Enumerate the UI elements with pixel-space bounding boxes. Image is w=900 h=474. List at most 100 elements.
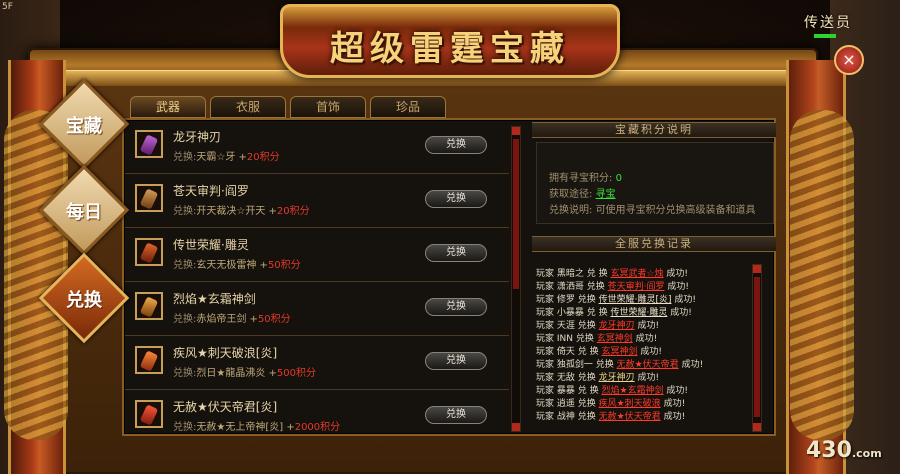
log-line: 玩家 小暴暴 兑 换 传世荣耀·雕灵 成功! <box>536 305 692 318</box>
log-player: 玩家 黑暗之 兑 换 <box>536 269 608 279</box>
log-player: 玩家 小暴暴 兑 换 <box>536 308 608 318</box>
item-slot[interactable] <box>135 346 163 374</box>
tab-weapon[interactable]: 武器 <box>130 96 206 118</box>
list-item: 传世荣耀·雕灵 兑换:玄天无极雷神 +50积分 兑换 <box>125 228 509 282</box>
req-points: 50积分 <box>267 260 301 271</box>
points-source-label: 获取途径: <box>549 189 593 200</box>
item-list-scrollbar[interactable] <box>511 126 521 432</box>
req-label: 兑换: <box>173 206 197 217</box>
weapon-icon <box>139 188 159 210</box>
log-item[interactable]: 玄冥武者☆烛 <box>610 269 663 279</box>
req-item: 开天裁决☆开天 + <box>196 206 277 217</box>
log-item[interactable]: 传世荣耀·雕灵 <box>610 308 667 318</box>
points-source-link[interactable]: 寻宝 <box>596 189 616 200</box>
weapon-icon <box>139 404 159 426</box>
log-item[interactable]: 传世荣耀·雕灵[炎] <box>599 295 672 305</box>
log-player: 玩家 倚天 兑 换 <box>536 347 599 357</box>
log-status: 成功! <box>666 386 689 396</box>
log-scrollbar[interactable] <box>752 264 762 432</box>
req-points: 20积分 <box>276 206 310 217</box>
req-points: 2000积分 <box>294 422 341 432</box>
log-item[interactable]: 龙牙神刃 <box>599 373 635 383</box>
weapon-icon <box>139 242 159 264</box>
log-status: 成功! <box>663 399 686 409</box>
points-usage: 兑换说明: 可使用寻宝积分兑换高级装备和道具 <box>549 201 756 216</box>
item-requirement: 兑换:无赦★无上帝神[炎] +2000积分 <box>173 418 340 432</box>
list-item: 龙牙神刃 兑换:天霸☆牙 +20积分 兑换 <box>125 120 509 174</box>
item-name: 苍天审判·阎罗 <box>173 184 249 198</box>
log-item[interactable]: 疾风★刺天破浪 <box>599 399 661 409</box>
exchange-button[interactable]: 兑换 <box>425 136 487 154</box>
item-name: 疾风★刺天破浪[炎] <box>173 346 278 360</box>
item-requirement: 兑换:天霸☆牙 +20积分 <box>173 148 280 163</box>
scroll-thumb[interactable] <box>513 139 519 289</box>
item-requirement: 兑换:开天裁决☆开天 +20积分 <box>173 202 310 217</box>
npc-health-bar <box>814 34 836 38</box>
item-slot[interactable] <box>135 292 163 320</box>
list-item: 苍天审判·阎罗 兑换:开天裁决☆开天 +20积分 兑换 <box>125 174 509 228</box>
item-name: 龙牙神刃 <box>173 130 222 144</box>
log-line: 玩家 暴暴 兑 换 烈焰★玄霜神剑 成功! <box>536 383 688 396</box>
side-tab-exchange-label: 兑换 <box>66 290 102 311</box>
npc-name[interactable]: 传送员 <box>804 12 852 32</box>
scroll-up-arrow-icon[interactable] <box>512 127 520 135</box>
req-item: 天霸☆牙 + <box>196 152 247 163</box>
log-status: 成功! <box>681 360 704 370</box>
log-line: 玩家 倚天 兑 换 玄冥神剑 成功! <box>536 344 662 357</box>
server-exchange-log: 玩家 黑暗之 兑 换 玄冥武者☆烛 成功! 玩家 潇洒哥 兑换 苍天审判·阎罗 … <box>536 260 750 430</box>
log-item[interactable]: 无赦★伏天帝君 <box>599 412 661 422</box>
list-item: 烈焰★玄霜神剑 兑换:赤焰帝王剑 +50积分 兑换 <box>125 282 509 336</box>
log-player: 玩家 天涯 兑换 <box>536 321 596 331</box>
scroll-down-arrow-icon[interactable] <box>753 423 761 431</box>
log-player: 玩家 独孤剑一 兑换 <box>536 360 614 370</box>
weapon-icon <box>139 350 159 372</box>
log-item[interactable]: 玄冥神剑 <box>601 347 637 357</box>
item-slot[interactable] <box>135 130 163 158</box>
scroll-down-arrow-icon[interactable] <box>512 423 520 431</box>
close-button[interactable]: × <box>834 45 864 75</box>
log-item[interactable]: 龙牙神刃 <box>599 321 635 331</box>
exchange-item-list: 龙牙神刃 兑换:天霸☆牙 +20积分 兑换 苍天审判·阎罗 兑换:开天裁决☆开天… <box>125 120 509 432</box>
log-item[interactable]: 苍天审判·阎罗 <box>608 282 665 292</box>
exchange-button[interactable]: 兑换 <box>425 352 487 370</box>
req-label: 兑换: <box>173 314 197 325</box>
req-item: 烈日★龍晶沸炎 + <box>196 368 277 379</box>
watermark-main: 430 <box>806 438 852 463</box>
scroll-up-arrow-icon[interactable] <box>753 265 761 273</box>
left-dragon-ornament <box>4 110 68 440</box>
scroll-thumb[interactable] <box>754 277 760 417</box>
tab-rare[interactable]: 珍品 <box>370 96 446 118</box>
points-source: 获取途径: 寻宝 <box>549 185 616 200</box>
req-label: 兑换: <box>173 368 197 379</box>
log-item[interactable]: 烈焰★玄霜神剑 <box>601 386 663 396</box>
corner-label: 5F <box>2 2 13 12</box>
log-line: 玩家 无敌 兑换 龙牙神刃 成功! <box>536 370 659 383</box>
side-tab-treasure-label: 宝藏 <box>66 116 102 137</box>
log-status: 成功! <box>670 308 692 318</box>
log-item[interactable]: 无赦★伏天帝君 <box>617 360 679 370</box>
list-item: 疾风★刺天破浪[炎] 兑换:烈日★龍晶沸炎 +500积分 兑换 <box>125 336 509 390</box>
exchange-button[interactable]: 兑换 <box>425 190 487 208</box>
owned-points-label: 拥有寻宝积分: <box>549 173 613 184</box>
log-line: 玩家 潇洒哥 兑换 苍天审判·阎罗 成功! <box>536 279 689 292</box>
tab-clothes[interactable]: 衣服 <box>210 96 286 118</box>
exchange-button[interactable]: 兑换 <box>425 298 487 316</box>
log-status: 成功! <box>640 347 662 357</box>
item-requirement: 兑换:赤焰帝王剑 +50积分 <box>173 310 291 325</box>
points-info-box: 拥有寻宝积分: 0 获取途径: 寻宝 兑换说明: 可使用寻宝积分兑换高级装备和道… <box>536 142 774 224</box>
log-player: 玩家 无敌 兑换 <box>536 373 596 383</box>
exchange-button[interactable]: 兑换 <box>425 244 487 262</box>
tab-jewelry[interactable]: 首饰 <box>290 96 366 118</box>
req-points: 500积分 <box>276 368 316 379</box>
item-slot[interactable] <box>135 400 163 428</box>
log-status: 成功! <box>667 282 689 292</box>
req-item: 玄天无极雷神 + <box>196 260 268 271</box>
game-scene: 5F 传送员 超级雷霆宝藏 × 宝藏 每日 兑换 武器 衣服 首饰 珍品 龙牙神… <box>0 0 900 474</box>
log-status: 成功! <box>637 373 660 383</box>
item-slot[interactable] <box>135 238 163 266</box>
log-player: 玩家 潇洒哥 兑换 <box>536 282 605 292</box>
exchange-button[interactable]: 兑换 <box>425 406 487 424</box>
item-requirement: 兑换:烈日★龍晶沸炎 +500积分 <box>173 364 316 379</box>
item-slot[interactable] <box>135 184 163 212</box>
log-item[interactable]: 玄冥神剑 <box>597 334 633 344</box>
